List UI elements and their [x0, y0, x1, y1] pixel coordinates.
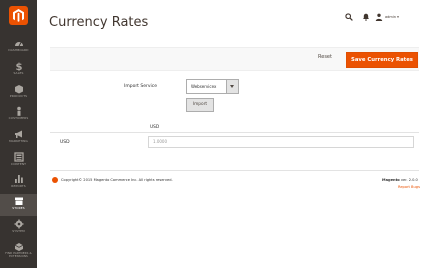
- sidebar-item-label: SYSTEM: [12, 229, 25, 233]
- page-actions-bar: Reset Save Currency Rates: [50, 47, 419, 71]
- rate-input-value: 1.0000: [153, 139, 167, 144]
- version-number: ver. 2.0.0: [400, 178, 418, 182]
- sidebar-item-label: MARKETING: [9, 139, 28, 143]
- bar-chart-icon: [14, 175, 23, 183]
- bell-icon[interactable]: [362, 13, 370, 21]
- version-text: Magento ver. 2.0.0: [382, 178, 418, 182]
- brand-name: Magento: [382, 178, 400, 182]
- sidebar-item-products[interactable]: PRODUCTS: [0, 82, 37, 104]
- megaphone-icon: [14, 130, 22, 138]
- user-name: admin: [385, 15, 396, 19]
- footer-divider: [50, 170, 419, 171]
- select-arrow[interactable]: [226, 80, 238, 93]
- sidebar-item-content[interactable]: CONTENT: [0, 150, 37, 172]
- user-menu[interactable]: admin ▾: [385, 15, 399, 19]
- sidebar-item-reports[interactable]: REPORTS: [0, 172, 37, 194]
- sidebar-item-dashboard[interactable]: DASHBOARD: [0, 36, 37, 58]
- cube-icon: [14, 85, 23, 94]
- sidebar-item-label: REPORTS: [11, 184, 26, 188]
- sidebar-item-stores[interactable]: STORES: [0, 194, 37, 216]
- layout-icon: [13, 152, 24, 162]
- import-service-select[interactable]: Webservicex: [186, 79, 239, 94]
- report-bugs-link[interactable]: Report Bugs: [398, 185, 420, 189]
- sidebar-item-label: PRODUCTS: [9, 94, 28, 98]
- sidebar-item-sales[interactable]: $ SALES: [0, 59, 37, 81]
- page-header: Currency Rates admin ▾: [37, 0, 429, 38]
- import-button[interactable]: Import: [186, 98, 214, 112]
- sidebar-item-label: STORES: [12, 206, 25, 210]
- import-service-label: Import Service: [124, 84, 157, 89]
- magento-logo-icon[interactable]: [9, 6, 28, 25]
- chevron-down-icon: [230, 85, 234, 88]
- dollar-icon: $: [15, 62, 22, 71]
- store-icon: [14, 197, 23, 205]
- user-icon[interactable]: [375, 13, 383, 21]
- gear-icon: [14, 219, 23, 229]
- import-service-value: Webservicex: [191, 84, 217, 89]
- admin-sidebar: DASHBOARD $ SALES PRODUCTS CUSTOMERS MAR…: [0, 0, 37, 268]
- rate-input-usd[interactable]: 1.0000: [148, 136, 414, 148]
- sidebar-item-label: CUSTOMERS: [8, 116, 29, 120]
- sidebar-item-system[interactable]: SYSTEM: [0, 217, 37, 239]
- sidebar-item-label: SALES: [13, 71, 24, 75]
- extensions-icon: [14, 243, 23, 251]
- table-divider: [50, 132, 419, 133]
- save-currency-rates-button[interactable]: Save Currency Rates: [346, 52, 418, 68]
- reset-button[interactable]: Reset: [318, 54, 332, 60]
- magento-footer-logo-icon: [52, 177, 58, 183]
- search-icon[interactable]: [345, 13, 353, 21]
- sidebar-item-marketing[interactable]: MARKETING: [0, 127, 37, 149]
- sidebar-item-label: DASHBOARD: [8, 48, 29, 52]
- copyright-text: Copyright© 2015 Magento Commerce Inc. Al…: [61, 178, 173, 182]
- person-icon: [16, 106, 21, 116]
- sidebar-item-customers[interactable]: CUSTOMERS: [0, 104, 37, 126]
- dashboard-icon: [14, 42, 23, 47]
- sidebar-item-label: FIND PARTNERS & EXTENSIONS: [5, 252, 32, 259]
- currency-column-header: USD: [150, 125, 160, 130]
- page-title: Currency Rates: [49, 15, 149, 30]
- svg-text:$: $: [15, 62, 22, 71]
- sidebar-item-find-partners-extensions[interactable]: FIND PARTNERS & EXTENSIONS: [0, 240, 37, 266]
- currency-row-label: USD: [60, 140, 70, 145]
- sidebar-item-label: CONTENT: [10, 162, 27, 166]
- chevron-down-icon: ▾: [397, 15, 399, 19]
